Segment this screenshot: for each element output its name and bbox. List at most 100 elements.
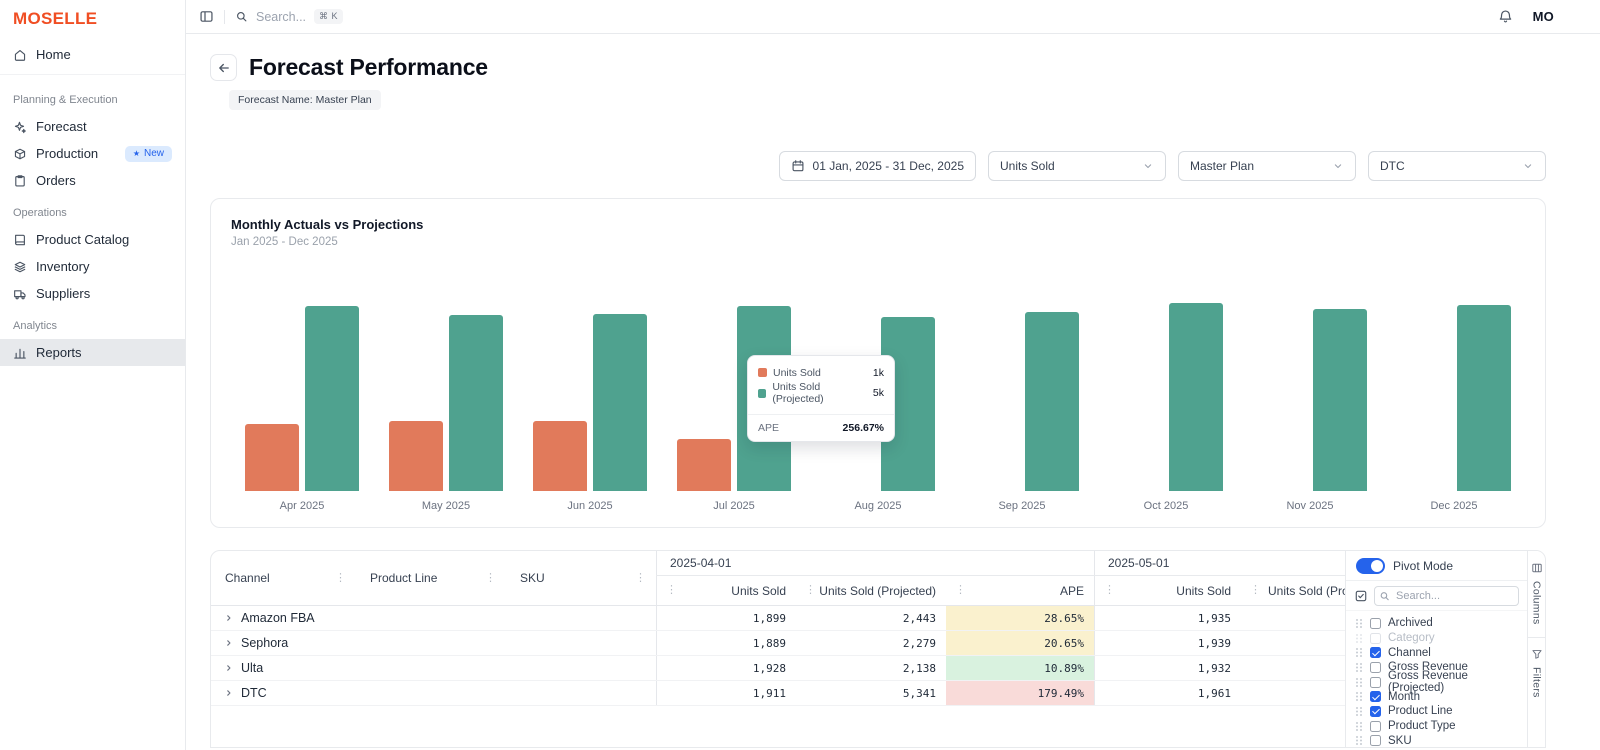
chart-bar-group: Dec 2025 xyxy=(1397,276,1511,512)
global-search[interactable]: Search... ⌘ K xyxy=(235,9,343,24)
column-header-ape-2[interactable]: ⋮APE xyxy=(946,576,1094,605)
pivot-mode-toggle[interactable] xyxy=(1356,558,1385,574)
metric-value: Units Sold xyxy=(1000,159,1055,173)
drag-grip-icon[interactable] xyxy=(1355,633,1363,644)
column-menu-icon[interactable]: ⋮ xyxy=(633,573,648,584)
chart-title: Monthly Actuals vs Projections xyxy=(231,217,1525,232)
pivot-field-sku[interactable]: SKU xyxy=(1355,734,1518,748)
pivot-field-archived[interactable]: Archived xyxy=(1355,616,1518,631)
row-group-label: Ulta xyxy=(241,661,263,675)
pivot-field-channel[interactable]: Channel xyxy=(1355,645,1518,660)
column-header-product-line[interactable]: Product Line⋮ xyxy=(356,551,506,605)
x-axis-label: Aug 2025 xyxy=(854,500,901,512)
column-header-units-sold-projected-1[interactable]: ⋮Units Sold (Projected) xyxy=(796,576,946,605)
pivot-field-category[interactable]: Category xyxy=(1355,631,1518,646)
sidebar-item-suppliers[interactable]: Suppliers xyxy=(0,280,185,307)
table-row[interactable]: Ulta1,9282,13810.89%1,932 xyxy=(211,656,1345,681)
column-menu-icon[interactable]: ⋮ xyxy=(803,585,818,596)
table-row[interactable]: Amazon FBA1,8992,44328.65%1,935 xyxy=(211,606,1345,631)
drag-grip-icon[interactable] xyxy=(1355,735,1363,746)
drag-grip-icon[interactable] xyxy=(1355,662,1363,673)
sidebar-item-forecast[interactable]: Forecast xyxy=(0,113,185,140)
tab-divider xyxy=(1528,637,1545,638)
bar-units-sold-projected[interactable] xyxy=(449,315,503,491)
table-row[interactable]: DTC1,9115,341179.49%1,961 xyxy=(211,681,1345,706)
sidebar-item-product-catalog[interactable]: Product Catalog xyxy=(0,226,185,253)
date-range-picker[interactable]: 01 Jan, 2025 - 31 Dec, 2025 xyxy=(779,151,976,181)
field-checkbox[interactable] xyxy=(1370,618,1381,629)
panel-toggle-button[interactable] xyxy=(199,9,214,24)
drag-grip-icon[interactable] xyxy=(1355,706,1363,717)
column-menu-icon[interactable]: ⋮ xyxy=(1248,585,1263,596)
chart-bar-group: Apr 2025 xyxy=(245,276,359,512)
column-header-units-sold-projected-4[interactable]: ⋮Units Sold (Projected) xyxy=(1241,576,1345,605)
field-checkbox[interactable] xyxy=(1370,647,1381,658)
bar-units-sold-projected[interactable] xyxy=(1457,305,1511,491)
cell-units-sold-projected xyxy=(1241,656,1345,680)
columns-search-input[interactable] xyxy=(1374,586,1519,606)
sidebar-item-inventory[interactable]: Inventory xyxy=(0,253,185,280)
column-menu-icon[interactable]: ⋮ xyxy=(664,585,679,596)
notifications-button[interactable] xyxy=(1498,9,1513,24)
bar-units-sold-projected[interactable] xyxy=(1313,309,1367,491)
group-header-2025-05-01: 2025-05-01 xyxy=(1094,551,1345,575)
field-checkbox[interactable] xyxy=(1370,662,1381,673)
brand-logo[interactable]: MOSELLE xyxy=(0,9,185,41)
field-checkbox[interactable] xyxy=(1370,721,1381,732)
sidebar-item-reports[interactable]: Reports xyxy=(0,339,185,366)
sidebar-item-label: Reports xyxy=(36,345,82,360)
bar-units-sold[interactable] xyxy=(533,421,587,491)
x-axis-label: Oct 2025 xyxy=(1144,500,1189,512)
column-header-channel[interactable]: Channel⋮ xyxy=(211,551,356,605)
pivot-field-product-line[interactable]: Product Line xyxy=(1355,704,1518,719)
field-checkbox[interactable] xyxy=(1370,677,1381,688)
sidebar-item-home[interactable]: Home xyxy=(0,41,185,68)
field-checkbox[interactable] xyxy=(1370,691,1381,702)
column-menu-icon[interactable]: ⋮ xyxy=(953,585,968,596)
cell-units-sold: 1,935 xyxy=(1094,606,1241,630)
calendar-icon xyxy=(791,159,805,173)
pivot-field-product-type[interactable]: Product Type xyxy=(1355,719,1518,734)
drag-grip-icon[interactable] xyxy=(1355,691,1363,702)
tab-columns[interactable]: Columns xyxy=(1531,558,1543,635)
drag-grip-icon[interactable] xyxy=(1355,618,1363,629)
metric-select[interactable]: Units Sold xyxy=(988,151,1166,181)
column-header-sku[interactable]: SKU⋮ xyxy=(506,551,656,605)
table-row[interactable]: Sephora1,8892,27920.65%1,939 xyxy=(211,631,1345,656)
expand-row-icon[interactable] xyxy=(224,613,234,623)
drag-grip-icon[interactable] xyxy=(1355,647,1363,658)
bar-units-sold-projected[interactable] xyxy=(593,314,647,491)
column-header-units-sold-0[interactable]: ⋮Units Sold xyxy=(656,576,796,605)
page-content: Forecast Performance Forecast Name: Mast… xyxy=(186,34,1600,750)
field-checkbox[interactable] xyxy=(1370,633,1381,644)
expand-row-icon[interactable] xyxy=(224,638,234,648)
bar-units-sold-projected[interactable] xyxy=(1169,303,1223,491)
field-checkbox[interactable] xyxy=(1370,735,1381,746)
bar-units-sold[interactable] xyxy=(389,421,443,491)
select-all-icon[interactable] xyxy=(1354,589,1368,603)
cell-units-sold: 1,961 xyxy=(1094,681,1241,705)
drag-grip-icon[interactable] xyxy=(1355,677,1363,688)
sidebar-item-production[interactable]: Production★New xyxy=(0,140,185,167)
sidebar-item-orders[interactable]: Orders xyxy=(0,167,185,194)
table-body: Amazon FBA1,8992,44328.65%1,935Sephora1,… xyxy=(211,606,1345,706)
drag-grip-icon[interactable] xyxy=(1355,721,1363,732)
expand-row-icon[interactable] xyxy=(224,688,234,698)
cell-units-sold-projected: 2,443 xyxy=(796,606,946,630)
back-button[interactable] xyxy=(210,54,237,81)
bar-units-sold[interactable] xyxy=(245,424,299,491)
pivot-field-gross-revenue-projected[interactable]: Gross Revenue (Projected) xyxy=(1355,675,1518,690)
column-header-units-sold-3[interactable]: ⋮Units Sold xyxy=(1094,576,1241,605)
expand-row-icon[interactable] xyxy=(224,663,234,673)
bar-units-sold-projected[interactable] xyxy=(305,306,359,491)
avatar[interactable]: MO xyxy=(1533,9,1554,24)
column-menu-icon[interactable]: ⋮ xyxy=(333,573,348,584)
column-menu-icon[interactable]: ⋮ xyxy=(1102,585,1117,596)
bar-units-sold[interactable] xyxy=(677,439,731,491)
bar-units-sold-projected[interactable] xyxy=(1025,312,1079,491)
field-checkbox[interactable] xyxy=(1370,706,1381,717)
column-menu-icon[interactable]: ⋮ xyxy=(483,573,498,584)
tab-filters[interactable]: Filters xyxy=(1531,644,1543,708)
channel-select[interactable]: DTC xyxy=(1368,151,1546,181)
plan-select[interactable]: Master Plan xyxy=(1178,151,1356,181)
